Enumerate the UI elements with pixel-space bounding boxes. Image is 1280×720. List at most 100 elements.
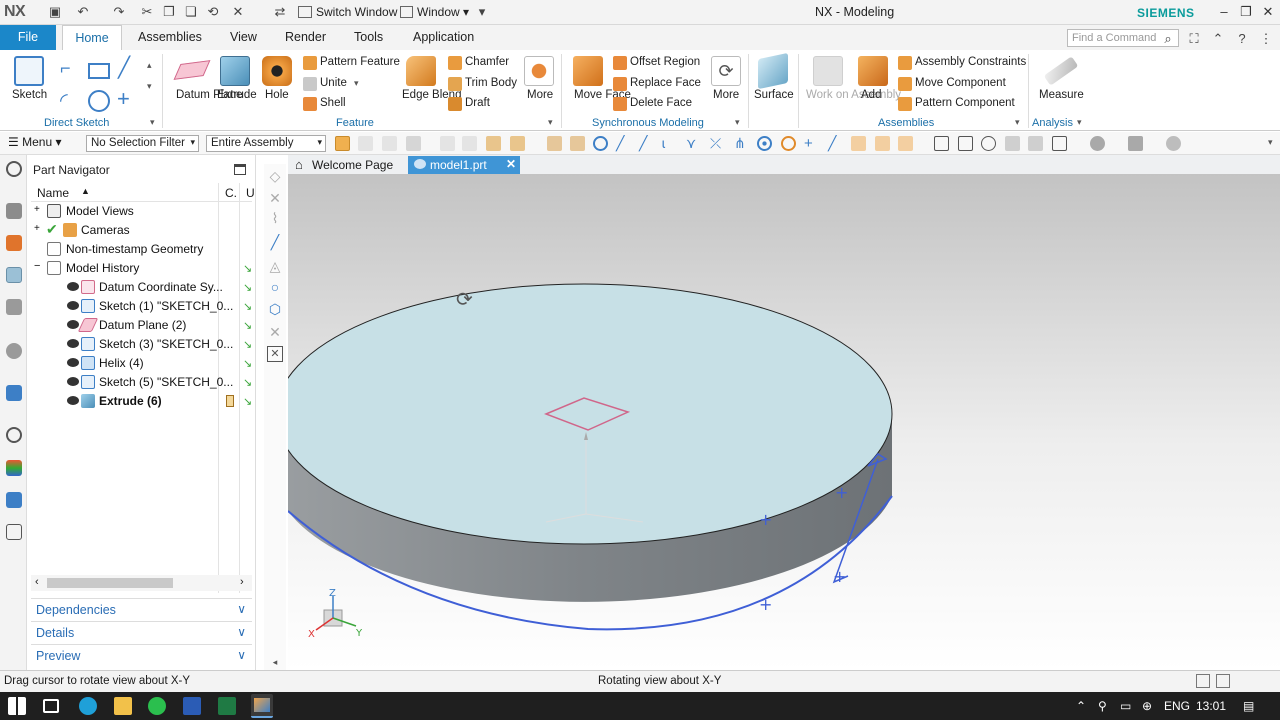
details-panel[interactable]: Details ∨ [31, 621, 252, 643]
tab-view[interactable]: View [224, 25, 263, 50]
tab-tools[interactable]: Tools [348, 25, 389, 50]
offset-region-button[interactable]: Offset Region [630, 56, 700, 68]
full-screen-status-icon[interactable] [1196, 674, 1210, 688]
point-on-curve-icon[interactable]: ╱ [828, 136, 843, 151]
chevron-down-icon[interactable]: ∨ [237, 625, 246, 639]
switch-window-button[interactable]: Switch Window [298, 5, 397, 19]
line-icon[interactable]: ╱ [118, 55, 130, 80]
customize-quick-access-icon[interactable]: ▾ [474, 4, 490, 20]
sketch-finish-icon[interactable]: ◇ [267, 168, 283, 184]
rotate-icon[interactable] [981, 136, 996, 151]
control-point-icon[interactable]: ɩ [662, 136, 677, 151]
tab-application[interactable]: Application [407, 25, 480, 50]
constraint-navigator-icon[interactable] [6, 235, 22, 251]
select-feature-icon[interactable] [335, 136, 350, 151]
preview-panel[interactable]: Preview ∨ [31, 644, 252, 666]
column-u-header[interactable]: U [246, 186, 255, 200]
mid-point-icon[interactable]: ╱ [639, 136, 654, 151]
hd3d-tools-icon[interactable] [6, 343, 22, 359]
navigator-hscrollbar[interactable]: ‹ › [31, 575, 252, 591]
rectangle-icon[interactable] [88, 63, 110, 79]
paste-icon[interactable]: ❏ [183, 4, 199, 20]
tab-render[interactable]: Render [279, 25, 332, 50]
collapse-ribbon-icon[interactable]: ⌃ [1210, 31, 1226, 47]
point-on-face-icon[interactable] [851, 136, 866, 151]
quadrant-icon[interactable] [781, 136, 796, 151]
settings-icon[interactable] [6, 161, 22, 177]
nav-row-cameras[interactable]: + ✔ Cameras [31, 221, 252, 240]
scroll-right-icon[interactable]: › [240, 576, 244, 588]
pattern-feature-button[interactable]: Pattern Feature [320, 56, 400, 68]
process-studio-icon[interactable] [6, 492, 22, 508]
synchronous-dropdown-icon[interactable]: ▾ [735, 117, 740, 128]
view-triad[interactable]: Z Y X [308, 588, 363, 640]
palette-icon[interactable] [6, 460, 22, 476]
options-icon[interactable]: ⋮ [1258, 31, 1274, 47]
expand-icon[interactable]: + [34, 204, 40, 215]
collapse-icon[interactable]: − [34, 260, 40, 272]
checkmark-icon[interactable]: ✔ [46, 221, 58, 238]
arc-center-icon[interactable]: ⤫ [710, 136, 725, 151]
nav-row-non-timestamp-geometry[interactable]: Non-timestamp Geometry [31, 240, 252, 259]
visibility-eye-icon[interactable] [67, 396, 79, 405]
nav-row-datum-csys[interactable]: Datum Coordinate Sy... ↘ [31, 278, 252, 297]
shell-button[interactable]: Shell [320, 97, 346, 109]
close-tab-icon[interactable]: ✕ [506, 157, 516, 171]
analysis-dropdown-icon[interactable]: ▾ [1077, 117, 1082, 128]
cut-icon[interactable]: ✂ [139, 4, 155, 20]
arc-icon[interactable]: ◜ [60, 88, 68, 113]
show-snap-icon[interactable] [462, 136, 477, 151]
notifications-icon[interactable]: ▤ [1243, 699, 1254, 713]
copy-icon[interactable]: ❐ [161, 4, 177, 20]
windows-start-icon[interactable] [8, 697, 26, 715]
touch-mode-icon[interactable]: ⇄ [272, 4, 288, 20]
draft-button[interactable]: Draft [465, 97, 490, 109]
sketch-point-marker[interactable]: + [759, 595, 772, 614]
chamfer-button[interactable]: Chamfer [465, 56, 509, 68]
polygon-icon[interactable]: ⬡ [267, 301, 283, 317]
tab-welcome-page[interactable]: ⌂ Welcome Page [290, 156, 408, 174]
window-menu-button[interactable]: Window ▾ [400, 5, 469, 19]
graphics-viewport[interactable]: + + + + ⟳ Z Y X [275, 174, 1280, 670]
expand-icon[interactable]: + [34, 223, 40, 234]
file-explorer-icon[interactable] [114, 697, 132, 715]
center-point-icon[interactable] [757, 136, 772, 151]
select-body-icon[interactable] [358, 136, 373, 151]
visibility-eye-icon[interactable] [67, 282, 79, 291]
restore-button[interactable]: ❐ [1236, 3, 1256, 21]
network-icon[interactable]: ⊕ [1142, 699, 1152, 713]
tray-overflow-icon[interactable]: ⌃ [1076, 699, 1086, 713]
collapse-toolbar-icon[interactable]: ◂ [267, 654, 283, 670]
sketch-point-marker[interactable]: + [833, 567, 846, 586]
scroll-thumb[interactable] [47, 578, 173, 588]
pattern-component-button[interactable]: Pattern Component [915, 97, 1015, 109]
dependencies-panel[interactable]: Dependencies ∨ [31, 598, 252, 620]
assemblies-dropdown-icon[interactable]: ▾ [1015, 117, 1020, 128]
chevron-down-icon[interactable]: ∨ [237, 602, 246, 616]
word-icon[interactable] [183, 697, 201, 715]
web-browser-icon[interactable] [6, 385, 22, 401]
selection-scope-dropdown[interactable]: Entire Assembly ▾ [206, 135, 326, 152]
move-component-button[interactable]: Move Component [915, 77, 1006, 89]
tangent-icon[interactable]: ⋔ [734, 136, 749, 151]
repeat-icon[interactable]: ⟲ [205, 4, 221, 20]
menu-button[interactable]: ☰ Menu ▾ [8, 135, 61, 149]
language-indicator[interactable]: ENG [1164, 699, 1190, 713]
assembly-navigator-icon[interactable] [6, 203, 22, 219]
render-style-icon[interactable] [1028, 136, 1043, 151]
minimize-button[interactable]: – [1214, 3, 1234, 21]
work-layer-icon[interactable] [1166, 136, 1181, 151]
section-view-icon[interactable] [1128, 136, 1143, 151]
visibility-eye-icon[interactable] [67, 301, 79, 310]
point-icon[interactable]: + [117, 86, 130, 112]
fit-view-icon[interactable] [934, 136, 949, 151]
battery-icon[interactable]: ▭ [1120, 699, 1131, 713]
save-icon[interactable]: ▣ [47, 4, 63, 20]
unite-button[interactable]: Unite [320, 77, 347, 89]
help-icon[interactable]: ? [1234, 31, 1250, 47]
visibility-eye-icon[interactable] [67, 320, 79, 329]
sketch-point-marker[interactable]: + [759, 510, 772, 529]
feature-dropdown-icon[interactable]: ▾ [548, 117, 553, 128]
intersection-icon[interactable]: ⋎ [686, 136, 701, 151]
nav-row-sketch-1[interactable]: Sketch (1) "SKETCH_0... ↘ [31, 297, 252, 316]
